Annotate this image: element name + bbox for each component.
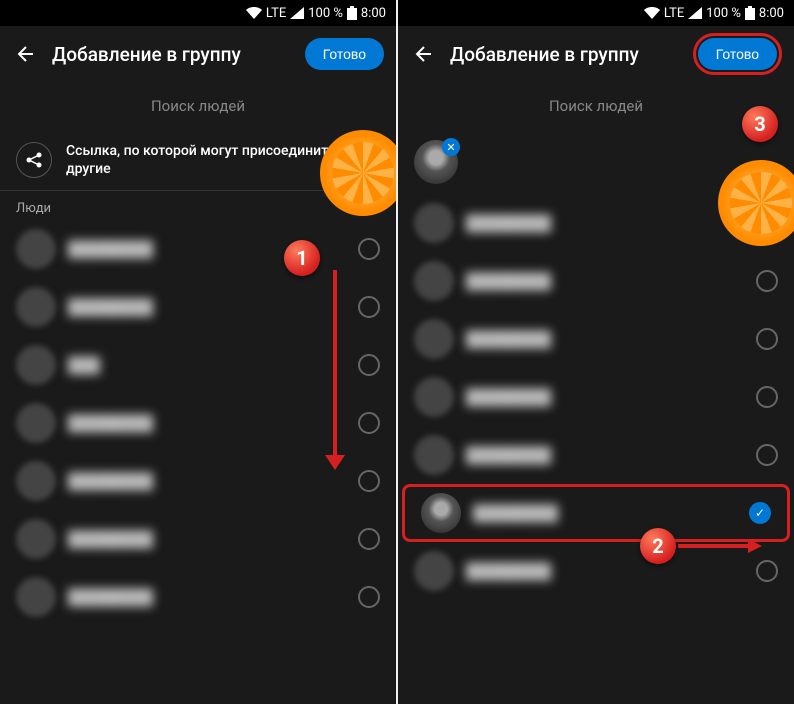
select-radio[interactable]	[358, 528, 380, 550]
step-marker-1: 1	[284, 240, 320, 276]
select-radio[interactable]	[756, 270, 778, 292]
wifi-icon	[246, 7, 262, 19]
contact-row[interactable]: ████████	[398, 542, 794, 600]
share-icon	[16, 142, 52, 178]
signal-icon	[688, 7, 702, 19]
contact-name: ████████	[466, 446, 744, 464]
done-button-highlight: Готово	[693, 33, 782, 75]
contact-name: ████████	[466, 214, 744, 232]
select-radio[interactable]	[358, 296, 380, 318]
search-placeholder: Поиск людей	[549, 97, 643, 115]
contact-name: ████████	[68, 472, 346, 490]
contact-row[interactable]: ████████	[0, 394, 396, 452]
contact-row[interactable]: ████████	[0, 568, 396, 626]
phone-screen-right: LTE 100 % 8:00 Добавление в группу Готов…	[398, 0, 794, 704]
contact-row[interactable]: ████████	[398, 368, 794, 426]
status-icons: LTE 100 % 8:00	[246, 6, 386, 21]
selected-avatar[interactable]: ✕	[414, 140, 458, 184]
contact-row[interactable]: ███	[0, 336, 396, 394]
battery-label: 100 %	[706, 6, 741, 21]
avatar	[414, 551, 454, 591]
battery-icon	[347, 6, 357, 20]
select-radio-checked[interactable]: ✓	[749, 502, 771, 524]
contact-name: ████████	[466, 562, 744, 580]
back-arrow-icon	[412, 44, 432, 64]
done-button[interactable]: Готово	[698, 38, 777, 70]
back-arrow-icon	[14, 44, 34, 64]
avatar	[16, 403, 56, 443]
contact-row[interactable]: ████████	[0, 278, 396, 336]
status-bar: LTE 100 % 8:00	[0, 0, 396, 26]
status-bar: LTE 100 % 8:00	[398, 0, 794, 26]
select-radio[interactable]	[358, 354, 380, 376]
done-button[interactable]: Готово	[305, 38, 384, 70]
contact-name: ████████	[68, 414, 346, 432]
select-radio[interactable]	[358, 412, 380, 434]
contact-name: ████████	[68, 530, 346, 548]
contact-row[interactable]: ████████	[398, 252, 794, 310]
contact-row[interactable]: ████████	[0, 510, 396, 568]
avatar	[421, 493, 461, 533]
phone-screen-left: LTE 100 % 8:00 Добавление в группу Готов…	[0, 0, 396, 704]
avatar	[16, 345, 56, 385]
battery-icon	[745, 6, 755, 20]
contact-name: ████████	[473, 504, 737, 522]
avatar	[414, 377, 454, 417]
contact-list-left: ████████ ████████ ███ ████████ ████████ …	[0, 220, 396, 626]
contact-list-right: ████████ ████████ ████████ ████████ ████…	[398, 194, 794, 600]
step-marker-3: 3	[742, 106, 778, 142]
avatar	[16, 229, 56, 269]
search-bar[interactable]: Поиск людей	[0, 82, 396, 130]
orange-badge-icon	[718, 160, 794, 246]
avatar	[16, 577, 56, 617]
clock-label: 8:00	[759, 6, 784, 21]
select-radio[interactable]	[358, 470, 380, 492]
select-radio[interactable]	[756, 444, 778, 466]
contact-name: ████████	[466, 272, 744, 290]
contact-row[interactable]: ████████	[0, 452, 396, 510]
orange-badge-icon	[320, 130, 396, 216]
contact-name: ████████	[68, 588, 346, 606]
back-button[interactable]	[12, 42, 36, 66]
remove-selected-icon[interactable]: ✕	[442, 138, 460, 156]
contact-row[interactable]: ████████	[0, 220, 396, 278]
search-placeholder: Поиск людей	[151, 97, 245, 115]
avatar	[414, 203, 454, 243]
network-label: LTE	[266, 6, 286, 21]
avatar	[414, 319, 454, 359]
page-title: Добавление в группу	[450, 43, 677, 66]
contact-name: ████████	[466, 388, 744, 406]
contact-name: ████████	[68, 298, 346, 316]
avatar	[16, 287, 56, 327]
page-title: Добавление в группу	[52, 43, 289, 66]
select-radio[interactable]	[358, 238, 380, 260]
status-icons: LTE 100 % 8:00	[644, 6, 784, 21]
select-radio[interactable]	[358, 586, 380, 608]
clock-label: 8:00	[361, 6, 386, 21]
avatar	[16, 519, 56, 559]
contact-name: ████████	[466, 330, 744, 348]
network-label: LTE	[664, 6, 684, 21]
app-header: Добавление в группу Готово	[398, 26, 794, 82]
avatar	[414, 435, 454, 475]
battery-label: 100 %	[308, 6, 343, 21]
signal-icon	[290, 7, 304, 19]
select-radio[interactable]	[756, 560, 778, 582]
contact-name: ███	[68, 356, 346, 374]
contact-row[interactable]: ████████	[398, 426, 794, 484]
contact-row[interactable]: ████████	[398, 310, 794, 368]
back-button[interactable]	[410, 42, 434, 66]
contact-row-highlighted[interactable]: ████████ ✓	[402, 484, 790, 542]
app-header: Добавление в группу Готово	[0, 26, 396, 82]
avatar	[414, 261, 454, 301]
wifi-icon	[644, 7, 660, 19]
select-radio[interactable]	[756, 328, 778, 350]
step-marker-2: 2	[640, 528, 676, 564]
avatar	[16, 461, 56, 501]
select-radio[interactable]	[756, 386, 778, 408]
search-bar[interactable]: Поиск людей	[398, 82, 794, 130]
